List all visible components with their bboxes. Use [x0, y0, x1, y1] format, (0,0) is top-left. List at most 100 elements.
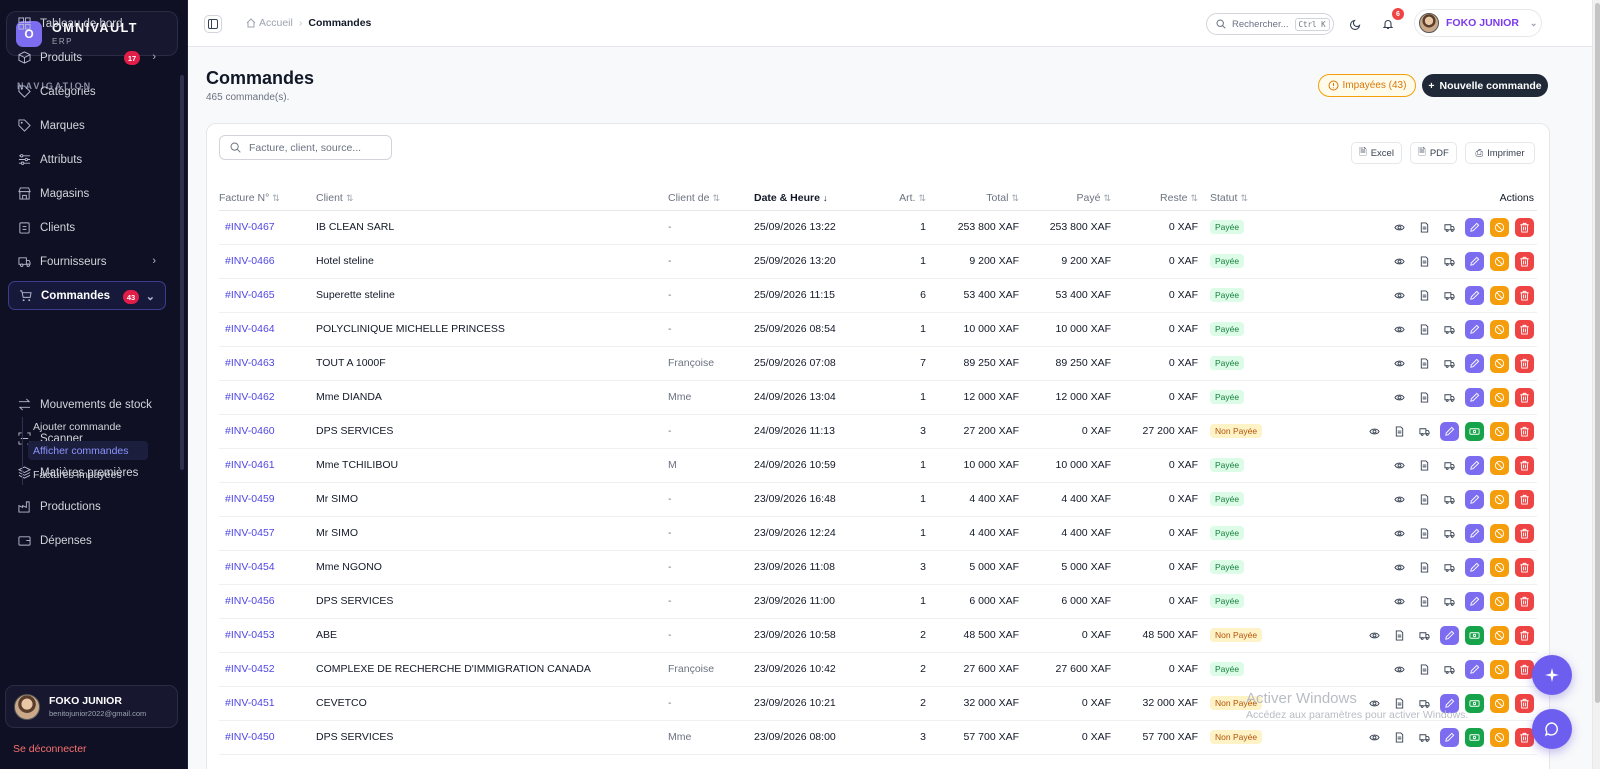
orders-search-input[interactable]: Facture, client, source...	[219, 135, 392, 160]
invoice-link[interactable]: #INV-0450	[219, 720, 316, 755]
invoice-link[interactable]: #INV-0461	[219, 448, 316, 483]
invoice-link[interactable]: #INV-0466	[219, 244, 316, 279]
view-button[interactable]	[1390, 320, 1409, 339]
col-items[interactable]: Art. ⇅	[866, 186, 926, 211]
delete-button[interactable]	[1515, 693, 1534, 713]
invoice-link[interactable]: #INV-0465	[219, 278, 316, 313]
notifications-button[interactable]: 6	[1378, 8, 1404, 34]
delete-button[interactable]	[1515, 455, 1534, 475]
col-paid[interactable]: Payé ⇅	[1019, 186, 1111, 211]
view-button[interactable]	[1390, 218, 1409, 237]
invoice-button[interactable]	[1415, 456, 1434, 475]
edit-button[interactable]	[1465, 217, 1484, 237]
table-row[interactable]: #INV-0466 Hotel steline -25/09/2026 13:20 1…	[219, 244, 1537, 279]
invoice-button[interactable]	[1415, 592, 1434, 611]
view-button[interactable]	[1390, 524, 1409, 543]
invoice-link[interactable]: #INV-0457	[219, 516, 316, 551]
table-row[interactable]: #INV-0457 Mr SIMO -23/09/2026 12:24 1 4 400 …	[219, 516, 1537, 551]
cancel-button[interactable]	[1490, 455, 1509, 475]
delivery-button[interactable]	[1440, 252, 1459, 271]
invoice-button[interactable]	[1415, 286, 1434, 305]
submenu-item-2[interactable]: Factures impayées	[28, 465, 148, 484]
profile-menu-button[interactable]: FOKO JUNIOR ⌄	[1414, 9, 1542, 37]
table-row[interactable]: #INV-0456 DPS SERVICES -23/09/2026 11:00 1 6…	[219, 584, 1537, 619]
invoice-button[interactable]	[1415, 320, 1434, 339]
payment-button[interactable]	[1465, 727, 1484, 747]
view-button[interactable]	[1365, 422, 1384, 441]
cancel-button[interactable]	[1490, 557, 1509, 577]
cancel-button[interactable]	[1490, 591, 1509, 611]
cancel-button[interactable]	[1490, 319, 1509, 339]
cancel-button[interactable]	[1490, 217, 1509, 237]
table-row[interactable]: #INV-0461 Mme TCHILIBOU M 24/09/2026 10:59 1…	[219, 448, 1537, 483]
invoice-button[interactable]	[1415, 524, 1434, 543]
delete-button[interactable]	[1515, 319, 1534, 339]
cancel-button[interactable]	[1490, 523, 1509, 543]
chat-button[interactable]	[1532, 709, 1572, 749]
cancel-button[interactable]	[1490, 625, 1509, 645]
breadcrumb-home[interactable]: Accueil	[246, 17, 293, 29]
invoice-link[interactable]: #INV-0459	[219, 482, 316, 517]
delete-button[interactable]	[1515, 625, 1534, 645]
view-button[interactable]	[1390, 490, 1409, 509]
delivery-button[interactable]	[1415, 422, 1434, 441]
table-row[interactable]: #INV-0464 POLYCLINIQUE MICHELLE PRINCESS -…	[219, 312, 1537, 347]
sidebar-item-tableau-de-bord[interactable]: Tableau de bord	[8, 9, 166, 38]
sidebar-item-productions[interactable]: Productions	[8, 492, 166, 521]
delivery-button[interactable]	[1440, 354, 1459, 373]
delete-button[interactable]	[1515, 523, 1534, 543]
delivery-button[interactable]	[1440, 592, 1459, 611]
cancel-button[interactable]	[1490, 285, 1509, 305]
delivery-button[interactable]	[1440, 218, 1459, 237]
col-invoice[interactable]: Facture N° ⇅	[219, 186, 316, 211]
table-row[interactable]: #INV-0462 Mme DIANDA Mme 24/09/2026 13:04 1 1…	[219, 380, 1537, 415]
table-row[interactable]: #INV-0454 Mme NGONO -23/09/2026 11:08 3 5 00…	[219, 550, 1537, 585]
view-button[interactable]	[1390, 456, 1409, 475]
sidebar-item-produits[interactable]: Produits 17 ›	[8, 43, 166, 72]
invoice-button[interactable]	[1390, 626, 1409, 645]
delivery-button[interactable]	[1440, 388, 1459, 407]
delete-button[interactable]	[1515, 557, 1534, 577]
col-client[interactable]: Client ⇅	[316, 186, 668, 211]
invoice-link[interactable]: #INV-0452	[219, 652, 316, 687]
cancel-button[interactable]	[1490, 353, 1509, 373]
submenu-item-1[interactable]: Afficher commandes	[28, 441, 148, 460]
invoice-link[interactable]: #INV-0460	[219, 414, 316, 449]
cancel-button[interactable]	[1490, 387, 1509, 407]
cancel-button[interactable]	[1490, 727, 1509, 747]
edit-button[interactable]	[1465, 659, 1484, 679]
scroll-thumb[interactable]	[1595, 3, 1600, 703]
delete-button[interactable]	[1515, 353, 1534, 373]
col-date[interactable]: Date & Heure ↓	[754, 186, 866, 211]
submenu-item-0[interactable]: Ajouter commande	[28, 417, 148, 436]
table-row[interactable]: #INV-0453 ABE -23/09/2026 10:58 2 48 500 XAF…	[219, 618, 1537, 653]
table-row[interactable]: #INV-0450 DPS SERVICES Mme 23/09/2026 08:00…	[219, 720, 1537, 755]
sidebar-item-commandes[interactable]: Commandes 43 ⌄	[8, 281, 166, 310]
payment-button[interactable]	[1465, 625, 1484, 645]
edit-button[interactable]	[1440, 727, 1459, 747]
delivery-button[interactable]	[1440, 490, 1459, 509]
view-button[interactable]	[1390, 286, 1409, 305]
col-total[interactable]: Total ⇅	[926, 186, 1019, 211]
edit-button[interactable]	[1465, 285, 1484, 305]
invoice-button[interactable]	[1390, 422, 1409, 441]
invoice-button[interactable]	[1415, 388, 1434, 407]
edit-button[interactable]	[1465, 353, 1484, 373]
delivery-button[interactable]	[1440, 558, 1459, 577]
invoice-link[interactable]: #INV-0454	[219, 550, 316, 585]
view-button[interactable]	[1390, 592, 1409, 611]
view-button[interactable]	[1365, 728, 1384, 747]
edit-button[interactable]	[1465, 557, 1484, 577]
table-row[interactable]: #INV-0465 Superette steline -25/09/2026 11…	[219, 278, 1537, 313]
edit-button[interactable]	[1465, 489, 1484, 509]
delete-button[interactable]	[1515, 421, 1534, 441]
invoice-button[interactable]	[1415, 490, 1434, 509]
theme-toggle-button[interactable]	[1346, 14, 1366, 34]
edit-button[interactable]	[1465, 591, 1484, 611]
edit-button[interactable]	[1465, 387, 1484, 407]
view-button[interactable]	[1390, 388, 1409, 407]
table-row[interactable]: #INV-0463 TOUT A 1000F Françoise 25/09/2026…	[219, 346, 1537, 381]
invoice-link[interactable]: #INV-0464	[219, 312, 316, 347]
delivery-button[interactable]	[1440, 456, 1459, 475]
edit-button[interactable]	[1440, 625, 1459, 645]
